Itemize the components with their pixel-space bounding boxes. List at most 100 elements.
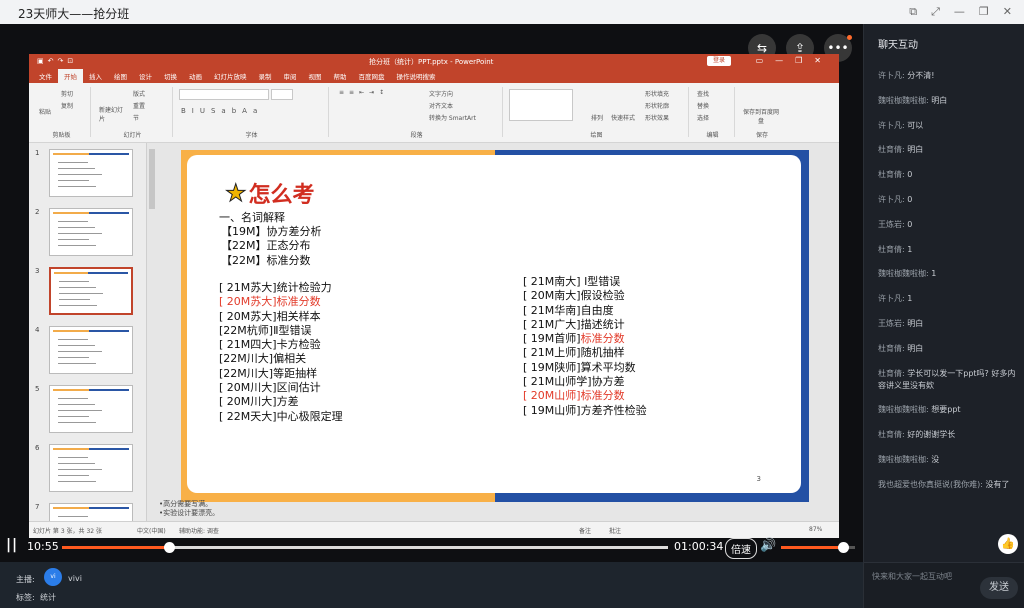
font-family-select[interactable] [179, 89, 269, 100]
like-icon[interactable]: 👍 [998, 534, 1018, 554]
chat-message: 杜育倩: 学长可以发一下ppt吗? 好多内容讲义里没有欸 [878, 368, 1018, 392]
chat-text: 可以 [907, 120, 924, 130]
thumb-bar [88, 272, 128, 274]
slide-thumbnail[interactable] [49, 149, 133, 197]
minimize-button[interactable]: — [954, 5, 965, 19]
ppt-tab[interactable]: 审阅 [278, 69, 303, 83]
list-buttons[interactable]: ≡≡⇤⇥↕ [339, 89, 389, 96]
ppt-tab[interactable]: 绘图 [108, 69, 133, 83]
ppt-tab[interactable]: 动画 [183, 69, 208, 83]
thumb-line [58, 357, 89, 358]
thumb-line [58, 475, 89, 476]
slide-page-number: 3 [756, 475, 761, 483]
pause-icon[interactable]: | | [6, 537, 17, 553]
question-item: [ 19M陕师]算术平均数 [523, 361, 647, 375]
ribbon-group-save: 保存到百度网盘 保存 [737, 87, 787, 139]
new-slide-button[interactable]: 新建幻灯片 [99, 105, 123, 123]
progress-knob[interactable] [164, 542, 175, 553]
thumbnail-scrollbar[interactable] [149, 149, 155, 209]
question-item: [ 20M川大]区间估计 [219, 381, 321, 395]
ppt-tab[interactable]: 录制 [253, 69, 278, 83]
ppt-tab[interactable]: 切换 [158, 69, 183, 83]
slide-thumbnail[interactable] [49, 208, 133, 256]
term-item: 【22M】标准分数 [221, 253, 311, 267]
chat-text: 分不清! [907, 71, 935, 80]
smartart-button[interactable]: 转换为 SmartArt [429, 113, 476, 122]
close-button[interactable]: ✕ [1003, 5, 1012, 19]
replace-button[interactable]: 替换 [697, 101, 709, 110]
slide-thumbnail[interactable] [49, 385, 133, 433]
ppt-tab[interactable]: 插入 [83, 69, 108, 83]
ppt-tab[interactable]: 视图 [303, 69, 328, 83]
slide-thumbnail[interactable] [49, 326, 133, 374]
thumb-line [58, 404, 95, 405]
ppt-window-controls[interactable]: ▭—❐✕ [756, 56, 833, 65]
find-button[interactable]: 查找 [697, 89, 709, 98]
thumb-line [58, 457, 88, 458]
shape-fill-button[interactable]: 形状填充 [645, 89, 669, 98]
host-label: 主播: [16, 575, 35, 584]
ppt-tab[interactable]: 帮助 [328, 69, 353, 83]
quick-access-icons[interactable]: ▣↶↷⊡ [37, 57, 77, 65]
ppt-ribbon: 粘贴 剪切 复制 剪贴板 新建幻灯片 版式 重置 节 幻灯片 BIUSabAa … [29, 83, 839, 143]
chat-input[interactable]: 快来和大家一起互动吧 [872, 571, 952, 582]
ribbon-group-font: BIUSabAa 字体 [175, 87, 329, 139]
question-highlight: 标准分数 [580, 332, 625, 346]
thumbnail-number: 1 [35, 149, 40, 157]
thumb-line [58, 351, 102, 352]
zoom-level[interactable]: 87% [809, 526, 822, 533]
pip-icon[interactable]: ⧉ [909, 5, 917, 19]
ppt-tab[interactable]: 幻灯片放映 [208, 69, 253, 83]
ppt-tab[interactable]: 文件 [33, 69, 58, 83]
speed-button[interactable]: 倍速 [725, 538, 757, 559]
chat-message: 许卜凡: 可以 [878, 120, 1018, 132]
volume-icon[interactable]: 🔊 [760, 538, 776, 553]
select-button[interactable]: 选择 [697, 113, 709, 122]
font-format-buttons[interactable]: BIUSabAa [181, 107, 263, 115]
thumb-line [59, 281, 89, 282]
quick-styles-button[interactable]: 快速样式 [611, 113, 635, 122]
login-button[interactable]: 登录 [707, 56, 732, 66]
font-size-select[interactable] [271, 89, 293, 100]
avatar[interactable]: vi [44, 568, 62, 586]
chat-message-list[interactable]: 许卜凡: 分不清! 魏啦枷魏啦枷: 明白 许卜凡: 可以 杜育倩: 明白 杜育倩: 0许… [878, 70, 1018, 504]
chat-text: 1 [907, 244, 913, 254]
slide-content: ★ 怎么考 一、名词解释 【19M】协方差分析 【22M】正态分布 【22M】标准分… [187, 155, 801, 493]
window-titlebar: 23天师大——抢分班 ⧉ ⤢ — ❐ ✕ [0, 0, 1024, 24]
thumb-bar [89, 389, 129, 391]
ppt-tab[interactable]: 设计 [133, 69, 158, 83]
slide-title-text: 怎么考 [248, 183, 315, 208]
host-name: vivi [68, 574, 82, 583]
shapes-gallery[interactable] [509, 89, 573, 121]
chat-username: 杜育倩: [878, 343, 905, 353]
ppt-tab[interactable]: 百度网盘 [353, 69, 391, 83]
send-button[interactable]: 发送 [980, 577, 1018, 599]
ribbon-group-clipboard: 粘贴 剪切 复制 剪贴板 [33, 87, 91, 139]
volume-knob[interactable] [838, 542, 849, 553]
slide-thumbnail[interactable] [49, 444, 133, 492]
text-direction-button[interactable]: 文字方向 [429, 89, 453, 98]
shape-outline-button[interactable]: 形状轮廓 [645, 101, 669, 110]
thumbnail-number: 2 [35, 208, 40, 216]
question-item: [ 21M四大]卡方检验 [219, 338, 321, 352]
section-button[interactable]: 节 [133, 113, 139, 122]
restore-button[interactable]: ❐ [979, 5, 989, 19]
layout-button[interactable]: 版式 [133, 89, 145, 98]
speaker-notes[interactable]: •高分需要写满。 •实验设计要漂亮。 [159, 500, 219, 518]
tell-me-search[interactable]: 操作说明搜索 [391, 69, 442, 83]
thumb-line [59, 287, 96, 288]
shape-effect-button[interactable]: 形状效果 [645, 113, 669, 122]
ppt-tab[interactable]: 开始 [58, 69, 83, 83]
thumb-line [58, 174, 102, 175]
arrange-button[interactable]: 排列 [591, 113, 603, 122]
save-baidu-button[interactable]: 保存到百度网盘 [743, 107, 779, 125]
slide-thumbnail[interactable] [49, 267, 133, 315]
align-text-button[interactable]: 对齐文本 [429, 101, 453, 110]
cut-button[interactable]: 剪切 [61, 89, 73, 98]
star-icon: ★ [225, 179, 247, 208]
chat-message: 王炼岩: 明白 [878, 318, 1018, 330]
paste-button[interactable]: 粘贴 [39, 107, 51, 116]
copy-button[interactable]: 复制 [61, 101, 73, 110]
fullscreen-icon[interactable]: ⤢ [931, 5, 940, 19]
reset-button[interactable]: 重置 [133, 101, 145, 110]
